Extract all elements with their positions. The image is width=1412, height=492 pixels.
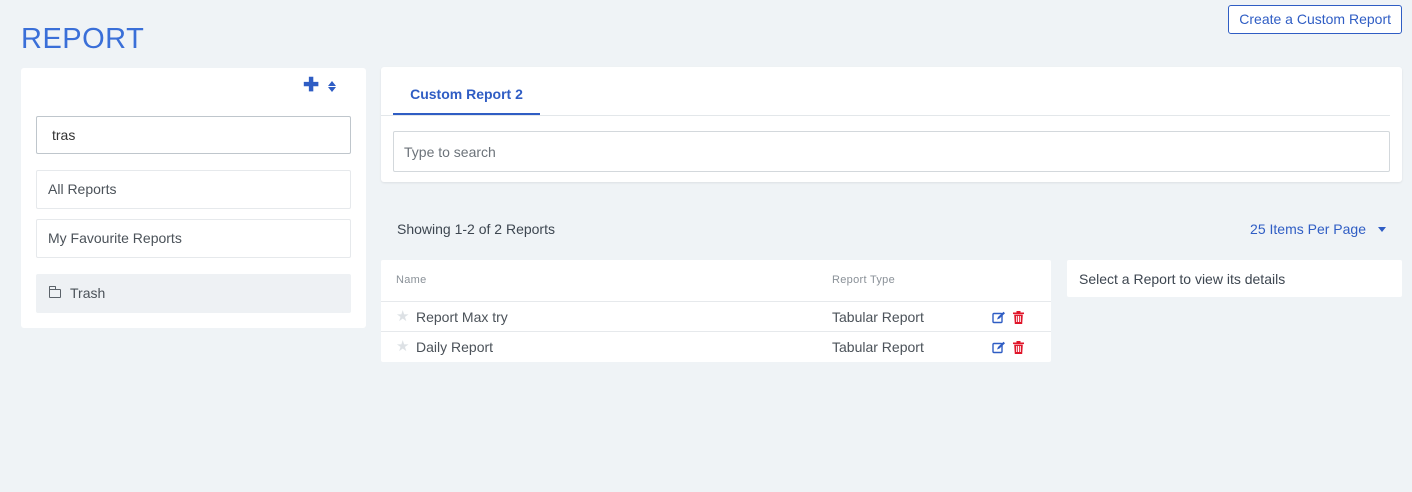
column-header-name: Name — [396, 274, 427, 286]
chevron-down-icon — [1378, 226, 1386, 232]
table-row[interactable]: ★ Report Max try Tabular Report — [381, 301, 1051, 332]
report-sidebar: ✚ All Reports My Favourite Reports Trash — [21, 68, 366, 328]
items-per-page-label: 25 Items Per Page — [1250, 221, 1366, 237]
star-icon[interactable]: ★ — [396, 337, 409, 355]
tab-custom-report-2[interactable]: Custom Report 2 — [393, 67, 540, 115]
report-name[interactable]: Daily Report — [416, 339, 493, 355]
sidebar-item-favourite-reports[interactable]: My Favourite Reports — [36, 219, 351, 258]
folder-icon — [48, 285, 61, 298]
page-title: REPORT — [21, 23, 145, 56]
delete-icon[interactable] — [1013, 341, 1024, 359]
sidebar-search-input[interactable] — [36, 116, 351, 154]
sort-icon[interactable] — [328, 80, 336, 92]
report-name[interactable]: Report Max try — [416, 309, 508, 325]
create-custom-report-button[interactable]: Create a Custom Report — [1228, 5, 1402, 34]
details-placeholder: Select a Report to view its details — [1079, 271, 1286, 287]
results-summary: Showing 1-2 of 2 Reports — [397, 221, 555, 237]
star-icon[interactable]: ★ — [396, 307, 409, 325]
delete-icon[interactable] — [1013, 311, 1024, 329]
plus-icon[interactable]: ✚ — [303, 76, 319, 95]
tab-bar: Custom Report 2 — [381, 67, 1390, 116]
column-header-report-type: Report Type — [832, 274, 896, 286]
report-type: Tabular Report — [832, 309, 924, 325]
sidebar-item-trash[interactable]: Trash — [36, 274, 351, 313]
reports-table: Name Report Type ★ Report Max try Tabula… — [381, 260, 1051, 362]
edit-icon[interactable] — [992, 341, 1006, 359]
items-per-page-dropdown[interactable]: 25 Items Per Page — [1250, 221, 1386, 237]
sidebar-tools: ✚ — [303, 76, 336, 95]
report-details-panel: Select a Report to view its details — [1067, 260, 1402, 297]
report-search-input[interactable] — [393, 131, 1390, 172]
edit-icon[interactable] — [992, 311, 1006, 329]
sidebar-item-label: Trash — [70, 285, 106, 301]
report-tabs-card: Custom Report 2 — [381, 67, 1402, 182]
sidebar-item-all-reports[interactable]: All Reports — [36, 170, 351, 209]
report-type: Tabular Report — [832, 339, 924, 355]
table-row[interactable]: ★ Daily Report Tabular Report — [381, 331, 1051, 362]
